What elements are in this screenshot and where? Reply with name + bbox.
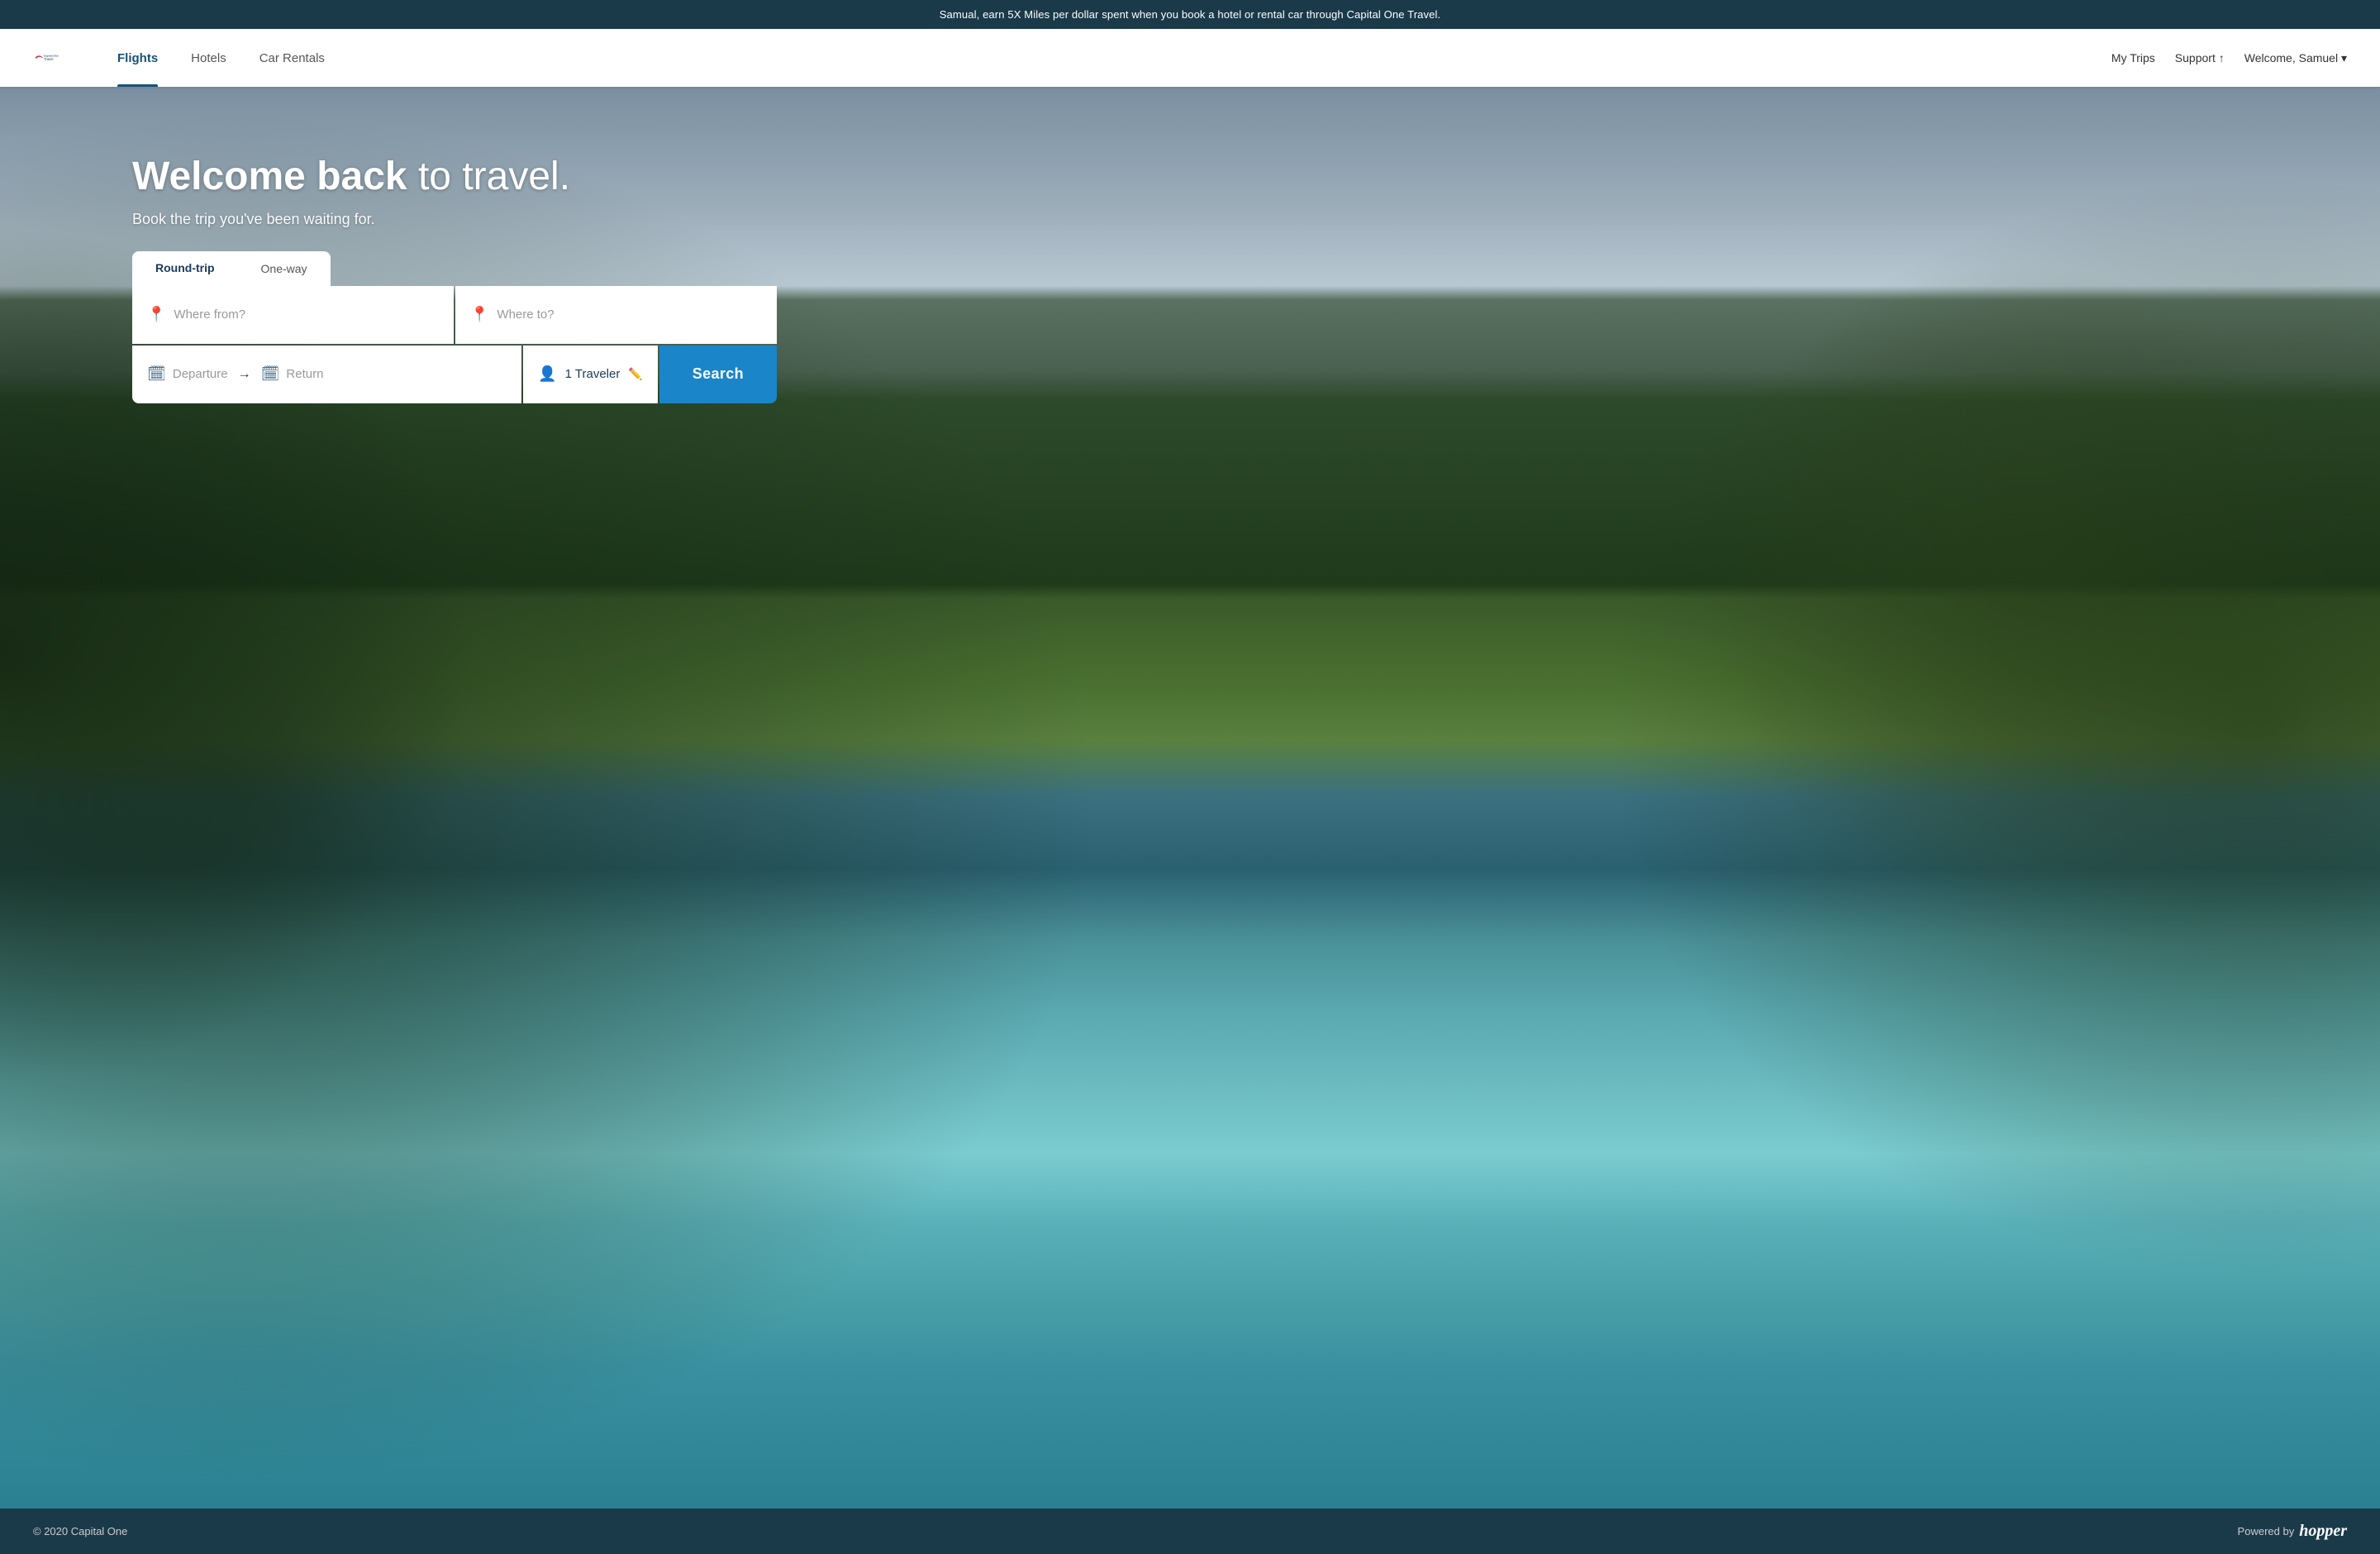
calendar-departure-icon: 🗓 [147, 365, 166, 383]
return-label: Return [286, 367, 323, 381]
date-range-field[interactable]: 🗓 Departure → 🗓 Return [132, 346, 521, 403]
where-from-field[interactable]: 📍 Where from? [132, 286, 454, 344]
hero-content: Welcome back to travel. Book the trip yo… [132, 153, 777, 403]
logo[interactable]: Capital One Travel [33, 45, 68, 71]
my-trips-link[interactable]: My Trips [2111, 51, 2155, 64]
traveler-field[interactable]: 👤 1 Traveler ✏️ [523, 346, 658, 403]
hero-subtitle: Book the trip you've been waiting for. [132, 211, 777, 228]
top-banner: Samual, earn 5X Miles per dollar spent w… [0, 0, 2380, 29]
where-from-placeholder: Where from? [174, 307, 245, 322]
search-widget: Round-trip One-way 📍 Where from? 📍 Where… [132, 251, 777, 403]
location-from-icon: 📍 [147, 306, 165, 323]
where-to-field[interactable]: 📍 Where to? [455, 286, 777, 344]
departure-field: 🗓 Departure [147, 365, 228, 383]
hopper-logo: hopper [2299, 1522, 2347, 1541]
where-to-placeholder: Where to? [497, 307, 554, 322]
edit-traveler-icon: ✏️ [628, 367, 642, 381]
traveler-icon: 👤 [538, 365, 556, 383]
footer: © 2020 Capital One Powered by hopper [0, 1509, 2380, 1554]
svg-text:Travel: Travel [44, 57, 54, 61]
date-arrow: → [238, 367, 251, 382]
search-button[interactable]: Search [659, 346, 777, 403]
nav-menu: Flights Hotels Car Rentals [101, 29, 2111, 87]
search-row-dates: 🗓 Departure → 🗓 Return 👤 1 Traveler ✏️ [132, 346, 777, 403]
navbar-right: My Trips Support ↑ Welcome, Samuel ▾ [2111, 51, 2347, 65]
nav-hotels[interactable]: Hotels [174, 29, 243, 87]
location-to-icon: 📍 [470, 306, 488, 323]
search-row-destinations: 📍 Where from? 📍 Where to? [132, 286, 777, 344]
return-field: 🗓 Return [261, 365, 324, 383]
hero-title: Welcome back to travel. [132, 153, 777, 201]
navbar: Capital One Travel Flights Hotels Car Re… [0, 29, 2380, 87]
hero-section: Welcome back to travel. Book the trip yo… [0, 87, 2380, 1509]
support-link[interactable]: Support ↑ [2175, 51, 2225, 64]
round-trip-tab[interactable]: Round-trip [132, 251, 238, 286]
departure-label: Departure [173, 367, 228, 381]
powered-by-text: Powered by [2238, 1525, 2295, 1537]
calendar-return-icon: 🗓 [261, 365, 280, 383]
copyright-text: © 2020 Capital One [33, 1525, 127, 1537]
nav-flights[interactable]: Flights [101, 29, 174, 87]
traveler-count: 1 Traveler [565, 367, 621, 381]
one-way-tab[interactable]: One-way [238, 251, 331, 286]
search-rows: 📍 Where from? 📍 Where to? 🗓 Departure [132, 286, 777, 403]
trip-type-tabs: Round-trip One-way [132, 251, 777, 286]
user-menu[interactable]: Welcome, Samuel ▾ [2244, 51, 2347, 65]
powered-by: Powered by hopper [2238, 1522, 2347, 1541]
nav-car-rentals[interactable]: Car Rentals [243, 29, 341, 87]
banner-text: Samual, earn 5X Miles per dollar spent w… [940, 8, 1441, 21]
